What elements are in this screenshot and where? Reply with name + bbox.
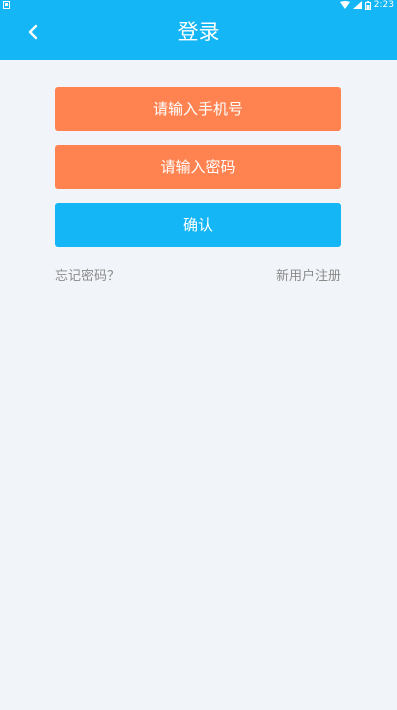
notification-icon [3, 1, 10, 9]
wifi-icon [339, 1, 350, 9]
status-left [3, 0, 10, 10]
confirm-button[interactable]: 确认 [55, 203, 341, 247]
register-link[interactable]: 新用户注册 [276, 268, 341, 286]
forgot-password-link[interactable]: 忘记密码？ [55, 268, 120, 286]
status-right: 2:23 [339, 0, 394, 10]
status-time: 2:23 [373, 0, 394, 10]
phone-input[interactable] [55, 87, 341, 131]
app-bar: 登录 [0, 10, 397, 60]
page-title: 登录 [177, 20, 220, 44]
signal-icon [352, 1, 362, 9]
status-bar: 2:23 [0, 0, 397, 10]
battery-icon [364, 0, 371, 10]
password-input[interactable] [55, 145, 341, 189]
